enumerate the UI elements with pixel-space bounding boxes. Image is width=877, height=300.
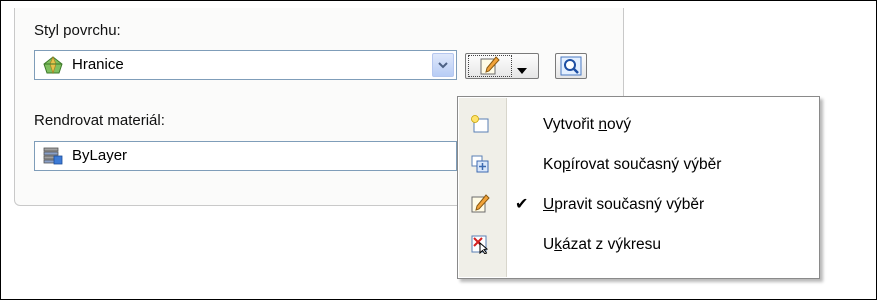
menu-item-pick-from-drawing[interactable]: Ukázat z výkresu [459,225,818,265]
new-style-icon [470,114,490,134]
clipped-text-strip [0,0,877,7]
edit-style-split-button[interactable] [465,53,539,79]
menu-item-label: Vytvořit nový [543,116,632,133]
checkmark-icon: ✔ [515,196,529,213]
pick-from-drawing-icon [470,234,490,255]
chevron-down-icon [438,62,448,69]
menu-item-copy-current[interactable]: Kopírovat současný výběr [459,145,818,185]
menu-item-label: Kopírovat současný výběr [543,156,722,173]
layer-stack-icon [43,147,63,165]
surface-style-value: Hranice [72,56,124,73]
magnifier-icon [560,56,582,76]
menu-item-create-new[interactable]: Vytvořit nový [459,105,818,145]
chevron-down-icon [517,68,527,74]
style-context-menu: Vytvořit nový Kopírovat současný výběr ✔… [457,96,820,279]
render-material-combo[interactable]: ByLayer [34,141,457,171]
surface-style-combo[interactable]: Hranice [34,50,457,80]
surface-style-icon [43,55,63,75]
menu-item-edit-current[interactable]: ✔ Upravit současný výběr [459,185,818,225]
menu-item-label: Ukázat z výkresu [543,236,662,253]
split-dropdown-arrow[interactable] [516,62,528,79]
render-material-label: Rendrovat materiál: [34,112,165,129]
edit-style-icon [470,194,490,214]
menu-item-label: Upravit současný výběr [543,196,705,213]
surface-style-dropdown-button[interactable] [432,53,454,77]
render-material-value: ByLayer [72,147,128,164]
pencil-edit-icon [480,56,500,75]
copy-style-icon [470,154,490,174]
edit-style-button[interactable] [468,55,512,77]
zoom-to-button[interactable] [555,53,587,79]
surface-style-label: Styl povrchu: [34,22,121,39]
